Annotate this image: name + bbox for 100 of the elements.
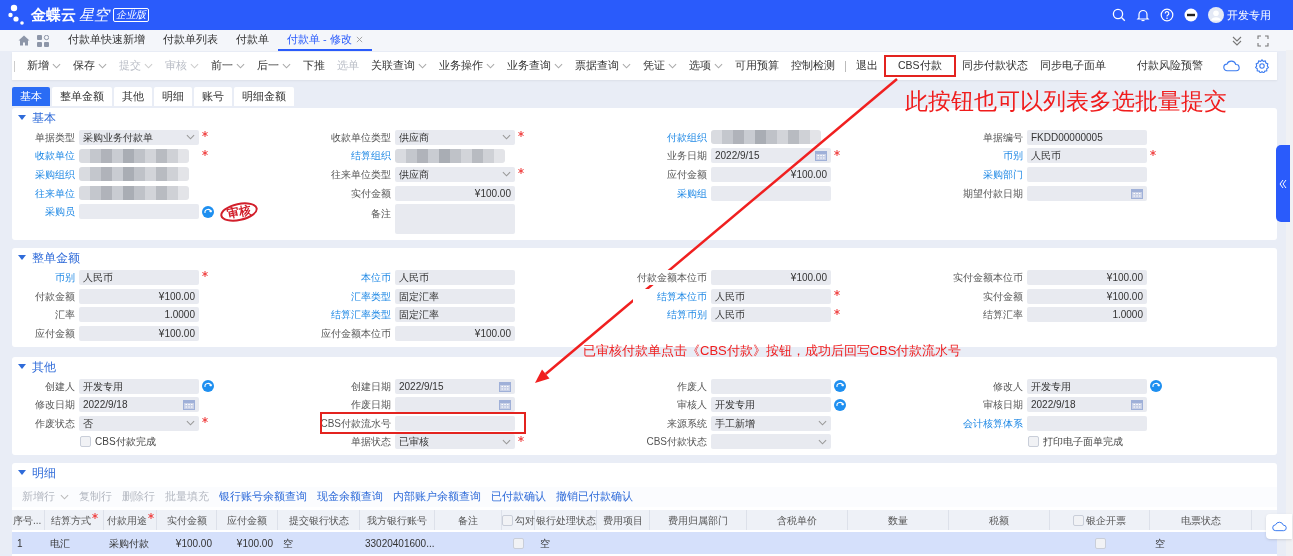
select-field[interactable]: 手工新增 (711, 415, 831, 431)
action-link[interactable]: 撤销已付款确认 (552, 489, 637, 505)
action-link[interactable]: 银行账号余额查询 (215, 489, 311, 505)
toolbar-button[interactable]: 凭证 (637, 55, 683, 77)
form-tab[interactable]: 明细金额 (234, 87, 294, 106)
page-tab[interactable]: 付款单列表 (154, 30, 227, 51)
select-field[interactable]: 供应商 (395, 129, 515, 145)
input-field[interactable]: 人民币 (395, 270, 515, 286)
home-icon[interactable] (18, 35, 30, 46)
toolbar-button[interactable]: 关联查询 (365, 55, 433, 77)
collapse-triangle-icon[interactable] (18, 114, 26, 122)
date-field[interactable]: 2022/9/18 (1027, 397, 1147, 413)
amount-field[interactable]: ¥100.00 (79, 288, 199, 304)
input-field[interactable]: 人民币 (1027, 148, 1147, 164)
toolbar-button[interactable]: 前一 (205, 55, 251, 77)
input-field[interactable]: 人民币 (711, 288, 831, 304)
collapse-triangle-icon[interactable] (18, 362, 26, 371)
amount-field[interactable]: 1.0000 (79, 307, 199, 323)
amount-field[interactable]: ¥100.00 (395, 325, 515, 341)
date-field[interactable]: 2022/9/15 (395, 378, 515, 394)
lookup-icon[interactable] (834, 380, 846, 393)
select-field[interactable] (711, 434, 831, 450)
search-icon[interactable] (1112, 8, 1126, 22)
action-link[interactable]: 已付款确认 (487, 489, 550, 505)
help-icon[interactable] (1160, 8, 1174, 22)
cloud-icon[interactable] (1223, 60, 1240, 72)
column-header[interactable]: 付款用途 (106, 512, 147, 528)
checkbox-label[interactable]: 打印电子面单完成 (1043, 434, 1123, 450)
column-header[interactable]: 序号... (13, 512, 42, 528)
lookup-icon[interactable] (202, 380, 214, 393)
toolbar-button[interactable]: 业务操作 (433, 55, 501, 77)
toolbar-button[interactable]: 票据查询 (569, 55, 637, 77)
form-tab[interactable]: 账号 (194, 87, 232, 106)
checkbox-label[interactable]: CBS付款完成 (95, 434, 156, 450)
field-link[interactable]: 结算本位币 (633, 288, 707, 304)
checkbox[interactable] (501, 514, 513, 526)
lookup-icon[interactable] (834, 398, 846, 411)
column-header[interactable]: 我方银行账号 (367, 512, 427, 528)
column-header[interactable]: 数量 (888, 512, 908, 528)
input-field[interactable] (711, 185, 831, 201)
input-field[interactable]: 固定汇率 (395, 307, 515, 323)
column-header[interactable]: 银企开票 (1086, 512, 1126, 528)
column-header[interactable]: 费用归属部门 (668, 512, 728, 528)
amount-field[interactable]: ¥100.00 (79, 325, 199, 341)
input-field[interactable]: 人民币 (79, 270, 199, 286)
select-field[interactable]: 供应商 (395, 167, 515, 182)
toolbar-button[interactable]: 新增 (21, 55, 67, 77)
column-header[interactable]: 备注 (458, 512, 478, 528)
select-field[interactable]: 采购业务付款单 (79, 129, 199, 145)
column-header[interactable]: 实付金额 (166, 512, 207, 528)
lookup-icon[interactable] (202, 205, 214, 218)
avatar-icon[interactable] (1208, 7, 1224, 23)
page-tab[interactable]: 付款单 (227, 30, 278, 51)
select-field[interactable]: 已审核 (395, 434, 515, 450)
fullscreen-icon[interactable] (1257, 34, 1269, 47)
amount-field[interactable]: ¥100.00 (711, 167, 831, 182)
user-name[interactable]: 开发专用 (1227, 6, 1271, 24)
apps-icon[interactable] (37, 34, 49, 47)
column-header[interactable]: 勾对 (514, 512, 535, 528)
input-field[interactable] (395, 415, 515, 431)
amount-field[interactable]: 1.0000 (1027, 307, 1147, 323)
settings-icon[interactable] (1255, 59, 1269, 73)
date-field[interactable] (1027, 185, 1147, 201)
toolbar-button[interactable]: 保存 (67, 55, 113, 77)
column-header[interactable]: 含税单价 (777, 512, 817, 528)
floating-button[interactable] (1266, 514, 1292, 539)
input-field[interactable]: 开发专用 (1027, 378, 1147, 394)
toolbar-button[interactable]: 退出 (850, 55, 884, 77)
column-header[interactable]: 应付金额 (227, 512, 267, 528)
input-field[interactable]: 人民币 (711, 307, 831, 323)
toolbar-button[interactable]: 选项 (683, 55, 729, 77)
toolbar-button[interactable]: 同步电子面单 (1033, 55, 1112, 77)
column-header[interactable]: 结算方式 (50, 512, 91, 528)
close-icon[interactable] (355, 36, 363, 43)
form-tab[interactable]: 其他 (114, 87, 152, 106)
date-field[interactable]: 2022/9/18 (79, 397, 199, 413)
column-header[interactable]: 税额 (989, 512, 1009, 528)
toolbar-button[interactable]: 可用预算 (729, 55, 785, 77)
toolbar-button[interactable]: 业务查询 (501, 55, 569, 77)
form-tab[interactable]: 整单金额 (52, 87, 112, 106)
amount-field[interactable]: ¥100.00 (1027, 288, 1147, 304)
bell-icon[interactable] (1136, 8, 1150, 22)
checkbox[interactable] (1028, 436, 1039, 448)
amount-field[interactable]: ¥100.00 (1027, 270, 1147, 286)
form-tab[interactable]: 明细 (154, 87, 192, 106)
input-field[interactable]: FKDD00000005 (1027, 129, 1147, 145)
amount-field[interactable]: ¥100.00 (395, 185, 515, 201)
checkbox[interactable] (1094, 537, 1106, 549)
collapse-tab[interactable] (1276, 145, 1290, 222)
page-tab[interactable]: 付款单快速新增 (59, 30, 154, 51)
toolbar-button[interactable]: 后一 (251, 55, 297, 77)
amount-field[interactable]: ¥100.00 (711, 270, 831, 286)
toolbar-button[interactable]: CBS付款 (884, 55, 956, 77)
form-tab[interactable]: 基本 (12, 87, 50, 106)
date-field[interactable] (395, 397, 515, 413)
checkbox[interactable] (80, 436, 91, 448)
table-row[interactable]: 1 电汇 采购付款 ¥100.00 ¥100.00 空 33020401600... 空 空 (12, 532, 1277, 555)
toolbar-button[interactable]: 同步付款状态 (955, 55, 1034, 77)
input-field[interactable]: 开发专用 (79, 378, 199, 394)
select-field[interactable]: 否 (79, 415, 199, 431)
